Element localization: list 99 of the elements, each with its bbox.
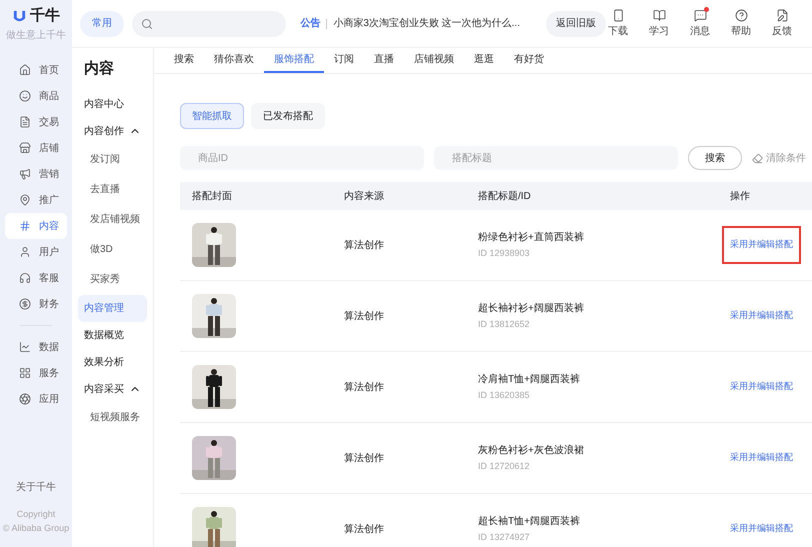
- outfit-title: 超长袖衬衫+阔腿西装裤: [478, 302, 585, 316]
- copyright-text: Copyright: [16, 508, 56, 521]
- outfit-id: ID 12720612: [478, 460, 531, 473]
- column-header: 操作: [730, 190, 751, 204]
- nav-subitem[interactable]: 短视频服务: [78, 402, 147, 432]
- column-header: 搭配标题/ID: [478, 190, 532, 204]
- rail-item[interactable]: 交易: [5, 109, 67, 135]
- notice-link[interactable]: 小商家3次淘宝创业失败 这一次他为什么...: [333, 16, 520, 31]
- message-icon: [694, 8, 706, 22]
- nav-title: 内容: [83, 59, 115, 79]
- search-button[interactable]: 搜索: [688, 146, 742, 170]
- rail-item[interactable]: 财务: [5, 291, 67, 317]
- hash-icon: [19, 220, 31, 232]
- nav-subitem[interactable]: 买家秀: [78, 264, 147, 294]
- about-link[interactable]: 关于千牛: [16, 480, 56, 495]
- outfit-title: 冷肩袖T恤+阔腿西装裤: [478, 372, 581, 387]
- adopt-edit-link[interactable]: 采用并编辑搭配: [722, 368, 801, 406]
- table-cell-text: 算法创作: [344, 238, 385, 252]
- smile-box-icon: [19, 90, 31, 102]
- chart-icon: [19, 341, 31, 353]
- outfit-id: ID 13274927: [478, 530, 531, 544]
- megaphone-icon: [19, 168, 31, 180]
- adopt-edit-link[interactable]: 采用并编辑搭配: [722, 510, 801, 547]
- aperture-icon: [19, 393, 31, 405]
- column-header: 内容来源: [344, 190, 385, 204]
- nav-item[interactable]: 内容创作: [78, 118, 147, 144]
- input-field[interactable]: 搭配标题: [434, 146, 678, 170]
- tab[interactable]: 店铺视频: [404, 48, 464, 73]
- rail-item[interactable]: 首页: [5, 57, 67, 83]
- outfit-title: 超长袖T恤+阔腿西装裤: [478, 514, 581, 529]
- nav-subitem[interactable]: 发订阅: [78, 144, 147, 174]
- table-cell-text: 算法创作: [344, 380, 385, 394]
- document-icon: [19, 116, 31, 128]
- tab[interactable]: 订阅: [324, 48, 364, 73]
- copyright-text: © Alibaba Group: [2, 522, 70, 535]
- toolbar-button[interactable]: 帮助: [729, 8, 753, 38]
- outfit-title: 灰粉色衬衫+灰色波浪裙: [478, 444, 585, 458]
- book-icon: [652, 8, 666, 22]
- logo-text: 千牛: [30, 6, 60, 26]
- rail-item[interactable]: 推广: [5, 187, 67, 213]
- nav-subitem[interactable]: 去直播: [78, 174, 147, 204]
- help-icon: [734, 8, 748, 22]
- input-field[interactable]: 商品ID: [180, 146, 424, 170]
- back-button[interactable]: 返回旧版: [546, 10, 606, 36]
- rail-item[interactable]: 营销: [5, 161, 67, 187]
- rail-item[interactable]: 商品: [5, 83, 67, 109]
- toolbar-button[interactable]: 下载: [606, 8, 630, 38]
- adopt-edit-link[interactable]: 采用并编辑搭配: [722, 226, 801, 264]
- headset-icon: [19, 272, 31, 284]
- table-cell-text: 算法创作: [344, 522, 385, 536]
- column-header: 搭配封面: [192, 190, 233, 204]
- adopt-edit-link[interactable]: 采用并编辑搭配: [722, 297, 801, 335]
- rail-item[interactable]: 用户: [5, 239, 67, 265]
- logo-slogan: 做生意上千牛: [6, 28, 66, 43]
- tab[interactable]: 猜你喜欢: [204, 48, 264, 73]
- tab[interactable]: 服饰搭配: [264, 48, 324, 73]
- toolbar-button[interactable]: 消息: [688, 8, 712, 38]
- eraser-icon: [752, 152, 763, 164]
- coin-icon: [19, 298, 31, 310]
- table-cell-text: 算法创作: [344, 310, 385, 324]
- nav-item[interactable]: 内容采买: [78, 376, 147, 402]
- search-field[interactable]: [132, 10, 286, 36]
- tab[interactable]: 搜索: [164, 48, 204, 73]
- tab[interactable]: 有好货: [504, 48, 554, 73]
- outfit-id: ID 12938903: [478, 246, 531, 260]
- rail-item[interactable]: 数据: [5, 334, 67, 360]
- edit-note-icon: [776, 8, 788, 22]
- tab[interactable]: 直播: [364, 48, 404, 73]
- segment-tab[interactable]: 已发布搭配: [251, 103, 325, 129]
- nav-item[interactable]: 数据概览: [78, 322, 147, 348]
- segment-tab[interactable]: 智能抓取: [180, 103, 244, 129]
- grid-icon: [19, 367, 31, 379]
- store-icon: [19, 142, 31, 154]
- nav-item[interactable]: 效果分析: [78, 348, 147, 376]
- rail-item[interactable]: 服务: [5, 360, 67, 386]
- nav-subitem[interactable]: 发店铺视频: [78, 204, 147, 234]
- rail-item[interactable]: 内容: [5, 213, 67, 239]
- rail-item[interactable]: 客服: [5, 265, 67, 291]
- map-pin-icon: [19, 194, 31, 206]
- nav-subitem[interactable]: 做3D: [78, 234, 147, 264]
- adopt-edit-link[interactable]: 采用并编辑搭配: [722, 439, 801, 477]
- outfit-id: ID 13812652: [478, 318, 531, 331]
- outfit-title: 粉绿色衬衫+直筒西装裤: [478, 230, 585, 245]
- common-button[interactable]: 常用: [80, 10, 124, 36]
- search-icon: [141, 18, 153, 30]
- toolbar-button[interactable]: 学习: [647, 8, 671, 38]
- phone-icon: [612, 8, 624, 22]
- rail-item[interactable]: 应用: [5, 386, 67, 412]
- nav-item[interactable]: 内容管理: [78, 294, 147, 322]
- nav-item[interactable]: 内容中心: [78, 90, 147, 118]
- outfit-id: ID 13620385: [478, 388, 531, 402]
- logo-icon: [12, 9, 27, 24]
- rail-item[interactable]: 店铺: [5, 135, 67, 161]
- home-icon: [19, 64, 31, 76]
- toolbar-button[interactable]: 反馈: [770, 8, 794, 38]
- user-icon: [19, 246, 31, 258]
- table-cell-text: 算法创作: [344, 452, 385, 466]
- notice-label: 公告: [300, 16, 320, 31]
- tab[interactable]: 逛逛: [464, 48, 504, 73]
